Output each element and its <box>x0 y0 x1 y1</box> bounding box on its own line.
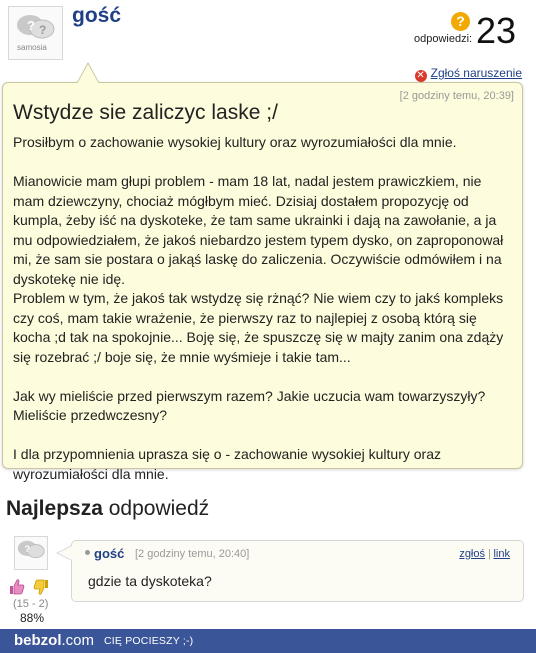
answer-permalink[interactable]: link <box>493 548 510 560</box>
answers-count-label: odpowiedzi: <box>414 33 473 45</box>
report-abuse-link[interactable]: ✕ Zgłoś naruszenie <box>414 66 522 82</box>
answer-report-link[interactable]: zgłoś <box>459 548 485 560</box>
site-logo-main: bebzol <box>14 632 62 649</box>
thumbs-up-icon[interactable] <box>9 578 25 596</box>
footer-tagline: CIĘ POCIESZY ;-) <box>104 635 194 647</box>
svg-text:?: ? <box>27 18 35 33</box>
question-title: Wstydze sie zaliczyc laske ;/ <box>13 101 278 124</box>
author-avatar[interactable]: ? ? samosia <box>8 6 63 60</box>
answer-author-name[interactable]: gość <box>94 546 124 561</box>
answer-text: gdzie ta dyskoteka? <box>88 573 212 589</box>
answer-bubble-tail-fill <box>58 546 72 560</box>
site-logo[interactable]: bebzol.com <box>14 632 94 649</box>
question-paragraph: Problem w tym, że jakoś tak wstydzę się … <box>13 290 504 365</box>
question-mark-icon: ? <box>451 12 470 31</box>
question-body: Prosiłbym o zachowanie wysokiej kultury … <box>13 133 511 484</box>
best-answer-heading-bold: Najlepsza <box>6 497 103 520</box>
vote-percentage: 88% <box>20 611 45 625</box>
link-separator: | <box>488 548 491 560</box>
svg-text:?: ? <box>39 23 46 37</box>
report-abuse-label: Zgłoś naruszenie <box>430 66 522 80</box>
best-answer-heading-rest: odpowiedź <box>102 497 210 520</box>
question-box: [2 godziny temu, 20:39] Wstydze sie zali… <box>2 82 523 482</box>
speech-bubbles-icon: ? ? samosia <box>17 15 55 52</box>
question-bubble-tail-fill <box>77 64 99 84</box>
author-name[interactable]: gość <box>72 4 121 28</box>
svg-text:?: ? <box>24 543 30 554</box>
best-answer-heading: Najlepsza odpowiedź <box>6 497 209 521</box>
site-logo-suffix: .com <box>61 632 95 649</box>
answer-author-avatar[interactable]: ? <box>14 536 48 570</box>
question-paragraph: Prosiłbym o zachowanie wysokiej kultury … <box>13 134 457 150</box>
question-paragraph: Mianowicie mam głupi problem - mam 18 la… <box>13 173 504 287</box>
bullet-icon <box>85 550 90 555</box>
thumbs-down-icon[interactable] <box>33 578 49 596</box>
vote-counts: (15 - 2) <box>13 598 49 610</box>
question-paragraph: Jak wy mieliście przed pierwszym razem? … <box>13 387 486 424</box>
close-circle-icon: ✕ <box>414 70 427 82</box>
answer-timestamp: [2 godziny temu, 20:40] <box>135 548 250 560</box>
best-answer-box: gość [2 godziny temu, 20:40] zgłoś | lin… <box>71 540 524 602</box>
avatar-caption: samosia <box>17 43 47 52</box>
speech-bubbles-icon: ? <box>17 540 45 559</box>
question-paragraph: I dla przypomnienia uprasza się o - zach… <box>13 446 441 482</box>
footer-bar: bebzol.com CIĘ POCIESZY ;-) <box>0 629 536 653</box>
question-timestamp: [2 godziny temu, 20:39] <box>399 90 514 102</box>
answers-count: 23 <box>476 10 517 51</box>
